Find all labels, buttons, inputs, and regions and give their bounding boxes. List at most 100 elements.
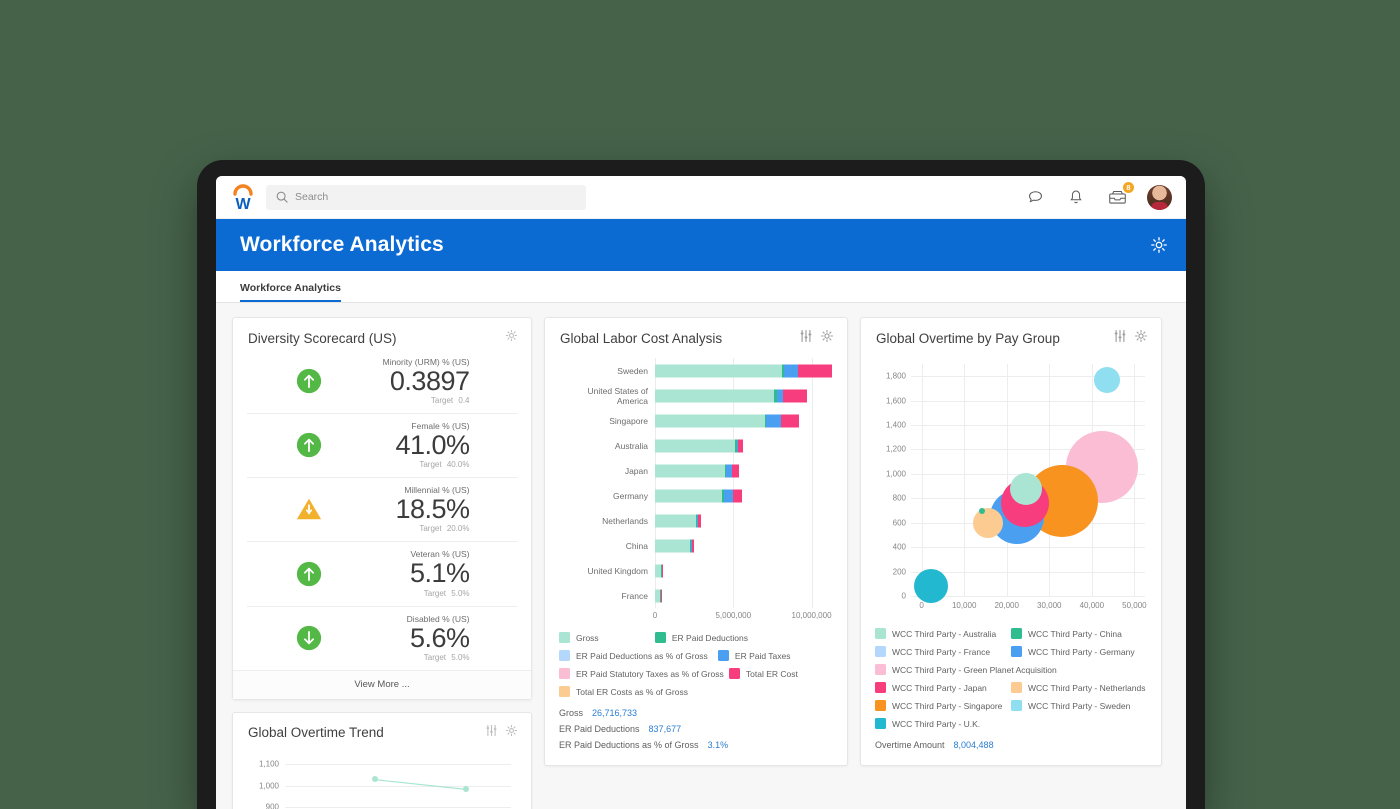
bar-segment[interactable] xyxy=(723,489,734,502)
legend-item[interactable]: WCC Third Party - China xyxy=(1011,628,1147,639)
inbox-icon[interactable]: 8 xyxy=(1106,181,1135,208)
legend-item[interactable]: WCC Third Party - Green Planet Acquisiti… xyxy=(875,664,1147,675)
bar-category-label: Singapore xyxy=(609,415,648,426)
y-axis-tick-label: 1,000 xyxy=(258,781,279,791)
bar-row: Sweden xyxy=(557,358,835,383)
legend-item[interactable]: WCC Third Party - Germany xyxy=(1011,646,1147,657)
bar-segment[interactable] xyxy=(655,464,725,477)
legend-item[interactable]: Total ER Costs as % of Gross xyxy=(559,686,833,697)
y-axis-tick-label: 1,000 xyxy=(885,469,906,479)
gridline xyxy=(811,583,813,608)
legend-item[interactable]: ER Paid Statutory Taxes as % of Gross xyxy=(559,668,729,679)
bar-segment[interactable] xyxy=(732,464,739,477)
bar-segment[interactable] xyxy=(782,389,808,402)
bubble-point[interactable] xyxy=(913,569,948,604)
bar-x-axis: 0 5,000,000 10,000,000 xyxy=(653,608,835,624)
bar-segment[interactable] xyxy=(780,414,800,427)
bubble-point[interactable] xyxy=(973,508,1004,539)
legend-item[interactable]: WCC Third Party - Japan xyxy=(875,682,1011,693)
overtime-summary-stats: Overtime Amount 8,004,488 xyxy=(861,731,1161,765)
notifications-bell-icon[interactable] xyxy=(1065,186,1087,208)
bubble-point[interactable] xyxy=(1009,472,1042,505)
bar-segment[interactable] xyxy=(765,414,781,427)
summary-stat-value[interactable]: 837,677 xyxy=(649,724,682,734)
legend-label: WCC Third Party - Green Planet Acquisiti… xyxy=(892,664,1057,675)
bar-segment[interactable] xyxy=(691,539,695,552)
legend-swatch xyxy=(559,686,570,697)
bar-segment[interactable] xyxy=(784,364,798,377)
settings-gear-icon[interactable] xyxy=(820,329,834,348)
bar-segment[interactable] xyxy=(655,364,782,377)
legend-item[interactable]: WCC Third Party - Australia xyxy=(875,628,1011,639)
kpi-text: Minority (URM) % (US) 0.3897 Target 0.4 xyxy=(335,357,470,405)
legend-item[interactable]: ER Paid Deductions as % of Gross xyxy=(559,650,718,661)
legend-item[interactable]: WCC Third Party - U.K. xyxy=(875,718,1147,729)
user-avatar[interactable] xyxy=(1147,184,1172,210)
summary-stat-value[interactable]: 8,004,488 xyxy=(954,740,994,750)
summary-stat-value[interactable]: 3.1% xyxy=(708,740,729,750)
chat-icon[interactable] xyxy=(1024,186,1046,208)
y-axis-tick-label: 1,600 xyxy=(885,396,906,406)
legend-item[interactable]: Gross xyxy=(559,632,655,643)
bar-category-label: Japan xyxy=(624,465,648,476)
kpi-target: Target 40.0% xyxy=(419,460,470,470)
legend-item[interactable]: WCC Third Party - Sweden xyxy=(1011,700,1147,711)
bar-track xyxy=(655,358,835,383)
legend-item[interactable]: WCC Third Party - Netherlands xyxy=(1011,682,1147,693)
bar-stack xyxy=(655,464,739,477)
overtime-trend-card: Global Overtime Trend 900 1,000 1,100 xyxy=(232,711,532,809)
search-placeholder-text: Search xyxy=(295,191,329,203)
bar-segment[interactable] xyxy=(698,514,702,527)
legend-label: WCC Third Party - China xyxy=(1028,628,1122,639)
tablet-device-frame: W Search 8 Workforce Analytics Workforce… xyxy=(197,160,1205,809)
bar-stack xyxy=(655,514,702,527)
kpi-value: 18.5% xyxy=(395,494,470,525)
kpi-text: Millennial % (US) 18.5% Target 20.0% xyxy=(335,485,470,533)
summary-stat-value[interactable]: 26,716,733 xyxy=(592,708,637,718)
bubble-point[interactable] xyxy=(1093,367,1120,394)
bar-stack xyxy=(655,539,695,552)
legend-item[interactable]: ER Paid Taxes xyxy=(717,650,828,661)
bar-segment[interactable] xyxy=(655,514,697,527)
filter-sliders-icon[interactable] xyxy=(1113,329,1127,348)
legend-item[interactable]: ER Paid Deductions xyxy=(654,632,819,643)
view-more-link[interactable]: View More ... xyxy=(233,669,531,699)
search-input[interactable]: Search xyxy=(266,184,586,210)
settings-gear-icon[interactable] xyxy=(505,329,518,347)
summary-stat-label: Overtime Amount xyxy=(875,740,945,750)
bar-segment[interactable] xyxy=(655,439,736,452)
legend-item[interactable]: WCC Third Party - Singapore xyxy=(875,700,1011,711)
settings-gear-icon[interactable] xyxy=(1134,329,1148,348)
gridline xyxy=(911,571,1145,573)
workday-logo[interactable]: W xyxy=(228,183,258,213)
legend-label: WCC Third Party - Germany xyxy=(1028,646,1135,657)
trend-data-point[interactable] xyxy=(372,776,379,783)
legend-item[interactable]: Total ER Cost xyxy=(728,668,828,679)
bar-segment[interactable] xyxy=(655,389,775,402)
gridline xyxy=(811,558,813,583)
filter-sliders-icon[interactable] xyxy=(799,329,813,348)
bar-segment[interactable] xyxy=(655,414,765,427)
gridline xyxy=(911,596,1145,597)
gridline xyxy=(911,400,1145,402)
legend-item[interactable]: WCC Third Party - France xyxy=(875,646,1011,657)
kpi-target: Target 5.0% xyxy=(423,652,470,662)
overtime-bubble-card: Global Overtime by Pay Group 0 200 400 600 8… xyxy=(860,317,1162,766)
bar-segment[interactable] xyxy=(733,489,743,502)
bubble-point[interactable] xyxy=(979,508,986,515)
y-axis-tick-label: 1,200 xyxy=(885,444,906,454)
bar-stack xyxy=(655,564,663,577)
legend-swatch xyxy=(717,650,729,661)
settings-gear-icon[interactable] xyxy=(1150,236,1168,254)
bar-segment[interactable] xyxy=(655,539,691,552)
trend-data-point[interactable] xyxy=(462,786,469,793)
tab-workforce-analytics[interactable]: Workforce Analytics xyxy=(240,282,341,302)
legend-label: Total ER Cost xyxy=(745,668,798,679)
settings-gear-icon[interactable] xyxy=(505,724,518,742)
bar-segment[interactable] xyxy=(797,364,833,377)
filter-sliders-icon[interactable] xyxy=(485,724,498,742)
bar-segment[interactable] xyxy=(738,439,743,452)
bar-segment[interactable] xyxy=(655,489,723,502)
card-title: Global Overtime Trend xyxy=(248,725,384,741)
legend-swatch xyxy=(654,632,666,643)
